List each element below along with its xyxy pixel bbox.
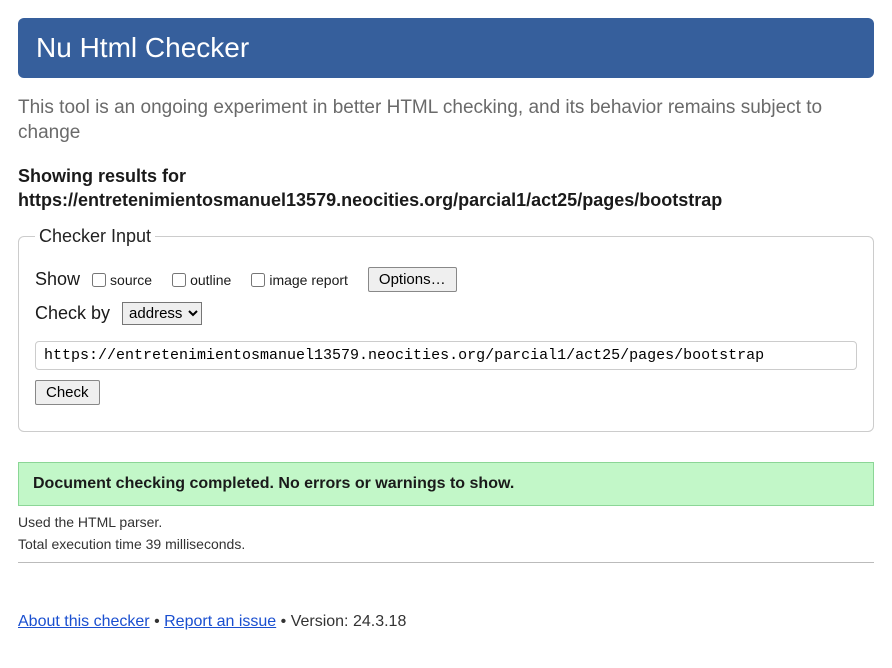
timing-detail: Total execution time 39 milliseconds. [18, 536, 874, 552]
outline-checkbox-label: outline [190, 272, 231, 288]
about-link[interactable]: About this checker [18, 613, 150, 630]
check-by-select[interactable]: address [122, 302, 202, 325]
options-button[interactable]: Options… [368, 267, 457, 292]
check-button[interactable]: Check [35, 380, 100, 405]
source-checkbox[interactable] [92, 273, 106, 287]
checker-input-legend: Checker Input [35, 226, 155, 247]
show-row: Show source outline image report Options… [35, 267, 857, 292]
checker-input-fieldset: Checker Input Show source outline image … [18, 226, 874, 432]
footer: About this checker • Report an issue • V… [18, 613, 874, 631]
divider [18, 562, 874, 563]
image-report-checkbox-label: image report [269, 272, 348, 288]
results-heading: Showing results for https://entretenimie… [18, 165, 874, 212]
source-checkbox-label: source [110, 272, 152, 288]
parser-detail: Used the HTML parser. [18, 514, 874, 530]
results-url: https://entretenimientosmanuel13579.neoc… [18, 190, 722, 210]
report-issue-link[interactable]: Report an issue [164, 613, 276, 630]
check-by-row: Check by address [35, 302, 857, 325]
subtitle-text: This tool is an ongoing experiment in be… [18, 96, 874, 145]
check-by-label: Check by [35, 303, 110, 324]
url-input[interactable] [35, 341, 857, 370]
show-label: Show [35, 269, 80, 290]
footer-separator-1: • [150, 613, 165, 630]
page-title-banner: Nu Html Checker [18, 18, 874, 78]
outline-checkbox[interactable] [172, 273, 186, 287]
result-success-message: Document checking completed. No errors o… [18, 462, 874, 506]
results-prefix: Showing results for [18, 166, 186, 186]
version-label: Version: [291, 613, 353, 630]
footer-separator-2: • [276, 613, 291, 630]
version-value: 24.3.18 [353, 613, 406, 630]
check-row: Check [35, 380, 857, 405]
page-title: Nu Html Checker [36, 32, 249, 63]
image-report-checkbox[interactable] [251, 273, 265, 287]
